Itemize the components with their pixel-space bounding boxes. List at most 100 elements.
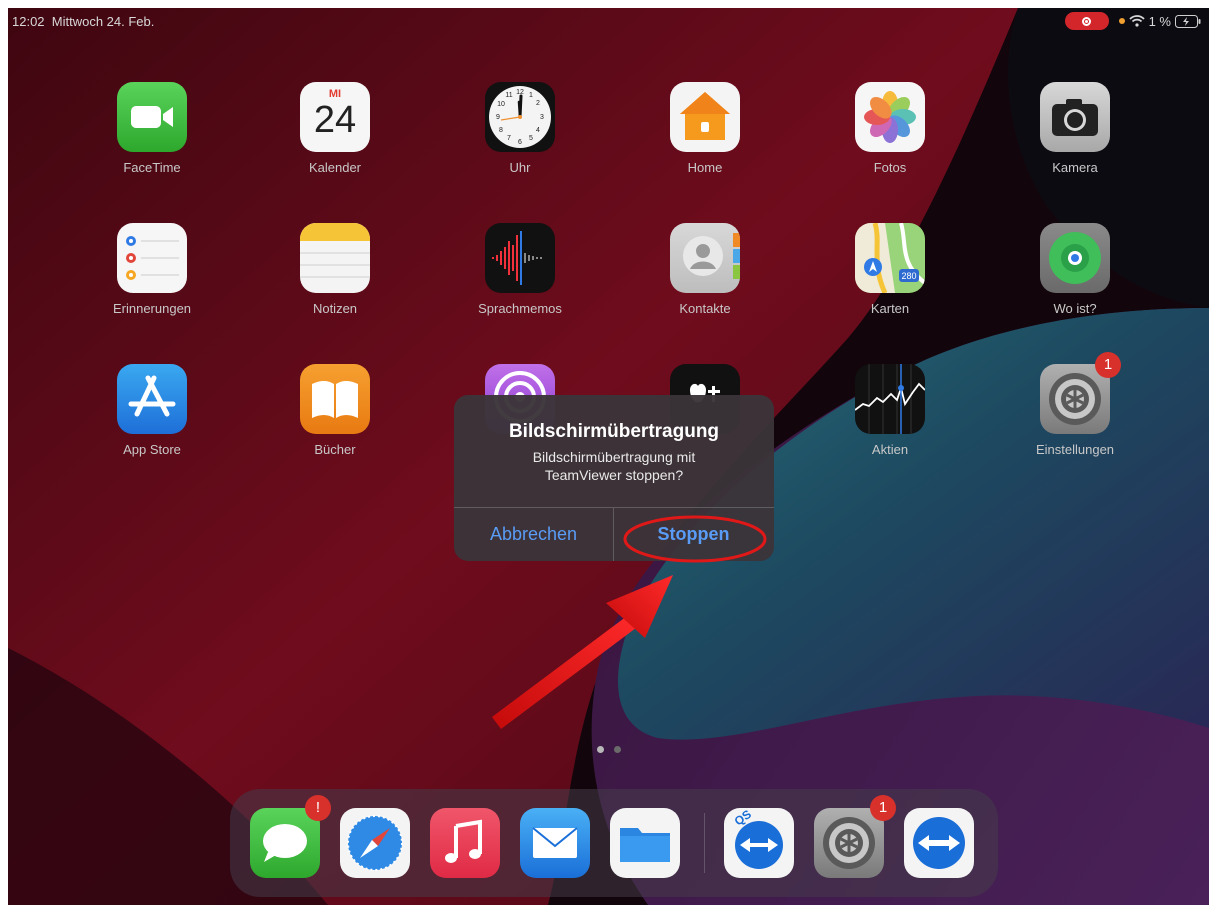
app-label: Kontakte [679, 301, 731, 316]
app-label: Wo ist? [1053, 301, 1097, 316]
reminders-icon [117, 223, 187, 293]
teamviewer-qs-icon: QS [732, 808, 783, 869]
status-time: 12:02 [12, 14, 45, 29]
app-label: App Store [123, 442, 181, 457]
app-einstellungen[interactable]: 1 Einstellungen [1015, 352, 1135, 457]
maps-icon: 280 [855, 223, 925, 293]
settings-icon [823, 817, 875, 869]
app-erinnerungen[interactable]: Erinnerungen [92, 223, 212, 316]
app-label: Aktien [871, 442, 909, 457]
dock-mail[interactable] [520, 808, 590, 878]
app-facetime[interactable]: FaceTime [92, 82, 212, 175]
dock-separator [704, 813, 705, 873]
svg-text:4: 4 [536, 127, 540, 134]
svg-text:10: 10 [497, 101, 505, 108]
clock-icon: 12 1 2 3 4 5 6 7 8 9 10 11 [485, 82, 555, 152]
app-home[interactable]: Home [645, 82, 765, 175]
cancel-button[interactable]: Abbrechen [454, 508, 613, 561]
app-buecher[interactable]: Bücher [275, 364, 395, 457]
app-fotos[interactable]: Fotos [830, 82, 950, 175]
photos-icon [855, 82, 925, 152]
app-kontakte[interactable]: Kontakte [645, 223, 765, 316]
notes-icon [300, 223, 370, 293]
app-label: Sprachmemos [478, 301, 562, 316]
battery-charging-icon [1175, 14, 1201, 28]
notification-badge: 1 [870, 795, 896, 821]
dock-music[interactable] [430, 808, 500, 878]
contacts-icon [670, 223, 740, 293]
app-label: Karten [870, 301, 910, 316]
app-kalender[interactable]: MI 24 Kalender [275, 82, 395, 175]
home-icon [670, 82, 740, 152]
status-indicators: 1 % [1064, 12, 1201, 30]
mail-icon [532, 827, 578, 858]
dock: ! QS 1 [230, 789, 998, 897]
dock-teamviewer-qs[interactable]: QS [724, 808, 794, 878]
app-kamera[interactable]: Kamera [1015, 82, 1135, 175]
svg-text:7: 7 [507, 135, 511, 142]
highway-shield: 280 [901, 271, 916, 281]
svg-text:5: 5 [529, 135, 533, 142]
app-aktien[interactable]: Aktien [830, 364, 950, 457]
music-icon [445, 819, 482, 863]
app-store-icon [117, 364, 187, 434]
find-my-icon [1040, 223, 1110, 293]
stop-button[interactable]: Stoppen [614, 508, 773, 561]
status-datetime: 12:02 Mittwoch 24. Feb. [12, 14, 154, 29]
microphone-indicator-icon [1118, 18, 1125, 24]
app-wo-ist[interactable]: Wo ist? [1015, 223, 1135, 316]
app-label: FaceTime [123, 160, 181, 175]
app-notizen[interactable]: Notizen [275, 223, 395, 316]
app-karten[interactable]: 280 Karten [830, 223, 950, 316]
notification-badge: ! [305, 795, 331, 821]
app-label: Einstellungen [1035, 442, 1115, 457]
facetime-icon [117, 82, 187, 152]
voice-memos-icon [485, 223, 555, 293]
svg-text:6: 6 [518, 139, 522, 146]
alert-message-line-1: Bildschirmübertragung mit [532, 449, 696, 465]
stocks-icon [855, 364, 925, 434]
page-dot-1[interactable] [597, 746, 604, 753]
wifi-icon [1128, 15, 1145, 27]
calendar-day: 24 [313, 99, 357, 141]
app-label: Kamera [1052, 160, 1098, 175]
ipad-screen: 12:02 Mittwoch 24. Feb. 1 % FaceTime MI … [8, 8, 1209, 905]
app-label: Fotos [873, 160, 907, 175]
dock-teamviewer[interactable] [904, 808, 974, 878]
safari-icon [347, 815, 403, 871]
alert-title: Bildschirmübertragung [508, 421, 720, 442]
dock-files[interactable] [610, 808, 680, 878]
calendar-icon: MI 24 [300, 82, 370, 152]
app-label: Kalender [308, 160, 362, 175]
dock-settings[interactable] [814, 808, 884, 878]
app-label: Home [687, 160, 723, 175]
svg-text:3: 3 [540, 114, 544, 121]
dock-safari[interactable] [340, 808, 410, 878]
app-label: Erinnerungen [112, 301, 192, 316]
files-icon [620, 828, 670, 862]
page-indicator[interactable] [597, 746, 621, 753]
svg-text:9: 9 [496, 114, 500, 121]
svg-text:1: 1 [529, 92, 533, 99]
status-bar: 12:02 Mittwoch 24. Feb. 1 % [8, 8, 1209, 34]
alert-message-line-2: TeamViewer stoppen? [544, 467, 684, 483]
camera-icon [1040, 82, 1110, 152]
record-icon [1082, 16, 1092, 26]
app-label: Notizen [312, 301, 358, 316]
svg-text:2: 2 [536, 100, 540, 107]
teamviewer-icon [913, 817, 965, 869]
books-icon [300, 364, 370, 434]
notification-badge: 1 [1095, 352, 1121, 378]
app-app-store[interactable]: App Store [92, 364, 212, 457]
page-dot-2[interactable] [614, 746, 621, 753]
screen-recording-indicator[interactable] [1064, 12, 1109, 30]
app-uhr[interactable]: 12 1 2 3 4 5 6 7 8 9 10 11 Uhr [460, 82, 580, 175]
battery-percentage: 1 % [1148, 13, 1171, 29]
svg-text:8: 8 [499, 127, 503, 134]
app-label: Bücher [314, 442, 356, 457]
alert-dialog: Bildschirmübertragung Bildschirmübertrag… [454, 395, 774, 561]
app-sprachmemos[interactable]: Sprachmemos [460, 223, 580, 316]
alert-message: Bildschirmübertragung mit TeamViewer sto… [474, 448, 754, 484]
svg-text:11: 11 [505, 92, 512, 99]
status-date: Mittwoch 24. Feb. [51, 14, 155, 29]
